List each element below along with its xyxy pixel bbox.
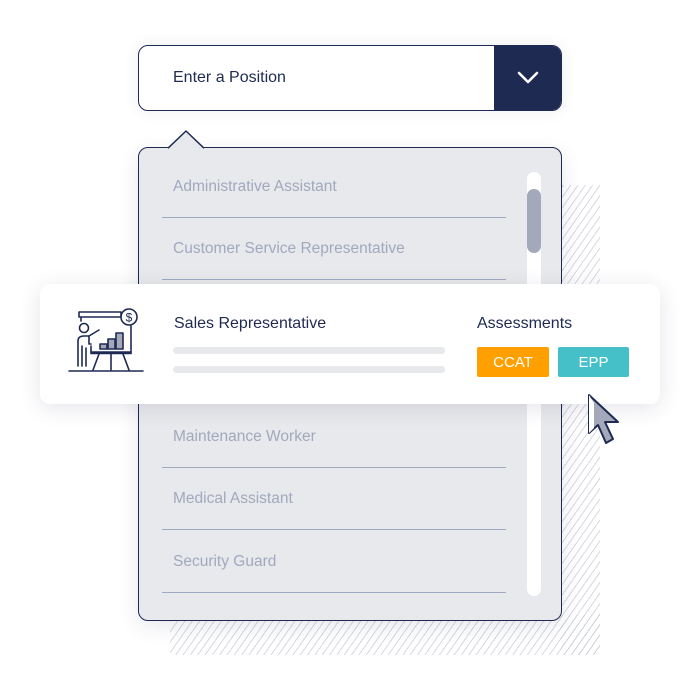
list-item[interactable]: Medical Assistant (162, 468, 506, 530)
presentation-sales-chart-icon: $ (68, 308, 144, 372)
svg-text:$: $ (126, 311, 133, 325)
position-select[interactable] (138, 45, 562, 111)
scrollbar-thumb[interactable] (527, 189, 541, 253)
dropdown-caret (168, 130, 204, 149)
list-item[interactable]: Administrative Assistant (162, 156, 506, 218)
position-title: Sales Representative (174, 315, 327, 332)
list-item-label: Customer Service Representative (173, 239, 405, 257)
decorative-hatch-bottom (170, 615, 600, 655)
mouse-pointer-icon (588, 394, 619, 444)
assessments-label: Assessments (477, 315, 573, 332)
list-item[interactable]: Maintenance Worker (162, 406, 506, 468)
position-search-input[interactable] (139, 46, 495, 110)
assessment-badge-ccat[interactable]: CCAT (477, 347, 549, 377)
list-item-label: Maintenance Worker (173, 427, 316, 445)
list-item-label: Administrative Assistant (173, 177, 337, 195)
list-item-label: Medical Assistant (173, 489, 293, 507)
selected-position-card[interactable]: $ Sales Representative Assessments CCAT … (40, 284, 660, 404)
chevron-down-icon (517, 71, 538, 84)
badge-label: EPP (578, 353, 609, 371)
assessment-badge-epp[interactable]: EPP (558, 347, 629, 377)
description-placeholder-line (173, 347, 445, 354)
description-placeholder-line (173, 366, 445, 373)
list-item-label: Security Guard (173, 552, 277, 570)
dropdown-toggle-button[interactable] (494, 46, 561, 110)
badge-label: CCAT (493, 353, 533, 371)
list-item[interactable]: Security Guard (162, 531, 506, 593)
list-item[interactable]: Customer Service Representative (162, 218, 506, 280)
